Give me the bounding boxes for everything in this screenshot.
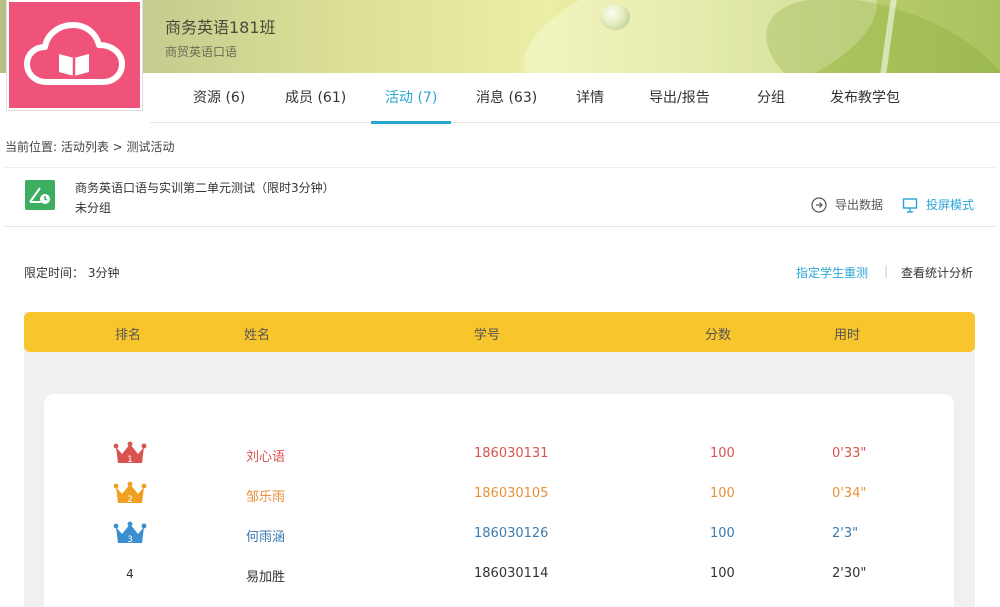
time-limit: 限定时间： 3分钟 xyxy=(24,266,120,280)
student-score: 100 xyxy=(710,446,735,461)
student-score: 100 xyxy=(710,486,735,501)
tab-export-report[interactable]: 导出/报告 xyxy=(649,73,710,123)
course-name: 商贸英语口语 xyxy=(165,45,238,59)
tab-bar: 资源 (6) 成员 (61) 活动 (7) 消息 (63) 详情 导出/报告 分… xyxy=(150,73,1000,124)
link-separator: | xyxy=(884,264,889,278)
banner-decoration xyxy=(747,0,1000,73)
header-banner: 商务英语181班 商贸英语口语 xyxy=(0,0,1000,73)
export-icon xyxy=(811,196,827,213)
tab-members[interactable]: 成员 (61) xyxy=(285,73,346,123)
rank-cell: 4 xyxy=(110,554,150,594)
cloud-book-icon xyxy=(23,22,125,85)
student-name: 何雨涵 xyxy=(246,530,286,545)
tab-messages[interactable]: 消息 (63) xyxy=(476,73,537,123)
student-id: 186030126 xyxy=(474,526,549,541)
tab-details[interactable]: 详情 xyxy=(576,73,604,123)
column-header-rank: 排名 xyxy=(115,328,142,343)
svg-text:3: 3 xyxy=(127,535,133,545)
student-time: 0'33" xyxy=(832,446,867,461)
table-header: 排名 姓名 学号 分数 用时 xyxy=(24,312,975,352)
student-id: 186030114 xyxy=(474,566,549,581)
table-row: 3 何雨涵 186030126 100 2'3" xyxy=(44,514,954,554)
view-statistics-link[interactable]: 查看统计分析 xyxy=(901,264,973,281)
student-name: 刘心语 xyxy=(246,450,286,465)
class-logo xyxy=(7,0,142,110)
export-data-label: 导出数据 xyxy=(835,198,884,212)
tab-resources[interactable]: 资源 (6) xyxy=(193,73,245,123)
activity-group: 未分组 xyxy=(75,201,112,215)
breadcrumb: 当前位置: 活动列表 > 测试活动 xyxy=(5,140,175,154)
ranking-list: 1 刘心语 186030131 100 0'33" 2 邹乐雨 18603010… xyxy=(44,394,954,607)
table-row: 2 邹乐雨 186030105 100 0'34" xyxy=(44,474,954,514)
activity-title: 商务英语口语与实训第二单元测试（限时3分钟） xyxy=(75,181,335,195)
column-header-student-id: 学号 xyxy=(474,328,501,343)
table-row: 4 易加胜 186030114 100 2'30" xyxy=(44,554,954,594)
crown-gold-icon: 1 xyxy=(110,434,150,474)
crown-bronze-icon: 3 xyxy=(110,514,150,554)
ranking-panel: 排名 姓名 学号 分数 用时 1 刘心语 186030131 100 0'33" xyxy=(24,312,975,607)
student-score: 100 xyxy=(710,526,735,541)
assign-retest-link[interactable]: 指定学生重测 xyxy=(796,264,868,281)
column-header-time: 用时 xyxy=(834,328,861,343)
student-name: 易加胜 xyxy=(246,570,286,585)
svg-text:1: 1 xyxy=(127,455,133,465)
table-row: 1 刘心语 186030131 100 0'33" xyxy=(44,434,954,474)
class-title: 商务英语181班 xyxy=(165,18,276,37)
activity-header: 商务英语口语与实训第二单元测试（限时3分钟） 未分组 导出数据 投屏模式 xyxy=(5,167,995,227)
student-time: 2'30" xyxy=(832,566,867,581)
tab-activities[interactable]: 活动 (7) xyxy=(370,73,452,124)
projection-mode-label: 投屏模式 xyxy=(926,198,975,212)
rank-number: 4 xyxy=(126,567,134,581)
student-id: 186030105 xyxy=(474,486,549,501)
svg-text:2: 2 xyxy=(127,495,133,505)
test-activity-icon xyxy=(25,180,55,210)
projector-icon xyxy=(902,197,918,213)
student-score: 100 xyxy=(710,566,735,581)
student-time: 2'3" xyxy=(832,526,859,541)
column-header-score: 分数 xyxy=(705,328,732,343)
crown-silver-icon: 2 xyxy=(110,474,150,514)
tab-publish-package[interactable]: 发布教学包 xyxy=(830,73,900,123)
column-header-name: 姓名 xyxy=(244,328,271,343)
projection-mode-button[interactable]: 投屏模式 xyxy=(902,196,974,213)
student-name: 邹乐雨 xyxy=(246,490,286,505)
student-time: 0'34" xyxy=(832,486,867,501)
export-data-button[interactable]: 导出数据 xyxy=(811,196,883,213)
student-id: 186030131 xyxy=(474,446,549,461)
water-drop-decoration xyxy=(600,4,630,30)
tab-groups[interactable]: 分组 xyxy=(757,73,785,123)
